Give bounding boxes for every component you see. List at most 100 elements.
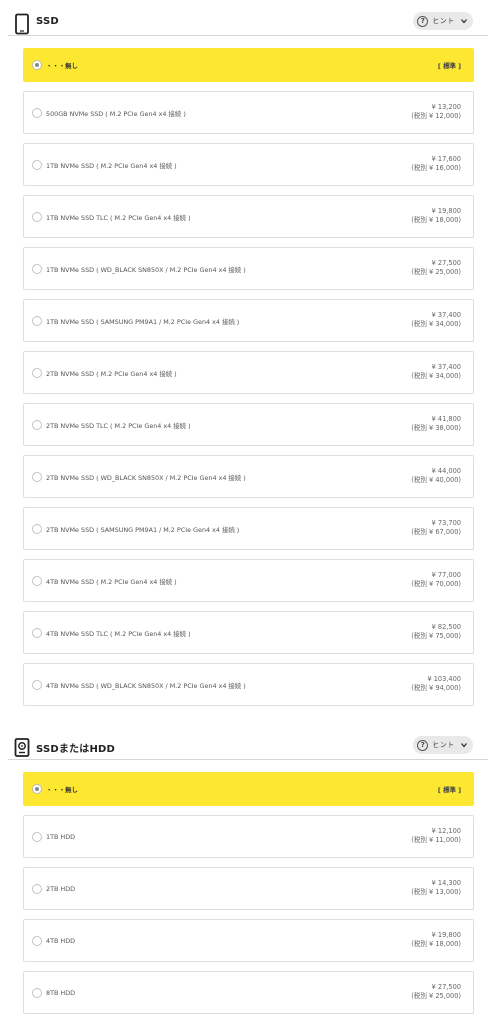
price-excl-tax: (税別 ¥ 25,000) <box>411 268 461 276</box>
option-price: ¥ 17,600 (税別 ¥ 16,000) <box>411 155 461 173</box>
option-label: 4TB NVMe SSD ( WD_BLACK SN850X / M.2 PCI… <box>46 682 246 690</box>
price-incl-tax: ¥ 44,000 <box>431 467 461 475</box>
option-item[interactable]: 4TB NVMe SSD TLC ( M.2 PCIe Gen4 x4 接続 )… <box>23 611 474 654</box>
radio-button[interactable] <box>32 108 42 118</box>
option-none[interactable]: ・・・無し [ 標準 ] <box>23 772 474 806</box>
option-item[interactable]: 1TB NVMe SSD ( SAMSUNG PM9A1 / M.2 PCIe … <box>23 299 474 342</box>
option-item[interactable]: 4TB NVMe SSD ( WD_BLACK SN850X / M.2 PCI… <box>23 663 474 706</box>
option-price: ¥ 19,800 (税別 ¥ 18,000) <box>411 207 461 225</box>
radio-button[interactable] <box>32 576 42 586</box>
radio-button[interactable] <box>32 628 42 638</box>
option-label: ・・・無し <box>46 62 78 70</box>
price-incl-tax: ¥ 103,400 <box>427 675 461 683</box>
price-incl-tax: ¥ 17,600 <box>431 155 461 163</box>
option-label: 1TB NVMe SSD ( M.2 PCIe Gen4 x4 接続 ) <box>46 162 177 170</box>
radio-button[interactable] <box>32 420 42 430</box>
option-price: ¥ 27,500 (税別 ¥ 25,000) <box>411 983 461 1001</box>
chevron-down-icon <box>460 19 467 24</box>
option-price: ¥ 82,500 (税別 ¥ 75,000) <box>411 623 461 641</box>
price-excl-tax: (税別 ¥ 34,000) <box>411 372 461 380</box>
radio-button[interactable] <box>32 680 42 690</box>
option-label: 1TB NVMe SSD ( SAMSUNG PM9A1 / M.2 PCIe … <box>46 318 240 326</box>
option-price: ¥ 73,700 (税別 ¥ 67,000) <box>411 519 461 537</box>
radio-button[interactable] <box>32 988 42 998</box>
option-item[interactable]: 1TB HDD ¥ 12,100 (税別 ¥ 11,000) <box>23 815 474 858</box>
option-label: 4TB NVMe SSD TLC ( M.2 PCIe Gen4 x4 接続 ) <box>46 630 191 638</box>
radio-button[interactable] <box>32 316 42 326</box>
radio-button[interactable] <box>32 884 42 894</box>
option-label: 2TB NVMe SSD ( WD_BLACK SN850X / M.2 PCI… <box>46 474 246 482</box>
price-excl-tax: (税別 ¥ 67,000) <box>411 528 461 536</box>
option-label: 1TB NVMe SSD TLC ( M.2 PCIe Gen4 x4 接続 ) <box>46 214 191 222</box>
section-title: SSDまたはHDD <box>36 744 116 755</box>
option-item[interactable]: 2TB HDD ¥ 14,300 (税別 ¥ 13,000) <box>23 867 474 910</box>
section-divider <box>8 35 488 36</box>
price-excl-tax: (税別 ¥ 94,000) <box>411 684 461 692</box>
option-label: 2TB NVMe SSD TLC ( M.2 PCIe Gen4 x4 接続 ) <box>46 422 191 430</box>
radio-button[interactable] <box>32 524 42 534</box>
price-incl-tax: ¥ 37,400 <box>431 363 461 371</box>
price-incl-tax: ¥ 19,800 <box>431 207 461 215</box>
price-excl-tax: (税別 ¥ 13,000) <box>411 888 461 896</box>
option-item[interactable]: 2TB NVMe SSD ( SAMSUNG PM9A1 / M.2 PCIe … <box>23 507 474 550</box>
price-excl-tax: (税別 ¥ 38,000) <box>411 424 461 432</box>
price-excl-tax: (税別 ¥ 70,000) <box>411 580 461 588</box>
help-icon: ? <box>417 15 429 27</box>
option-price: ¥ 19,800 (税別 ¥ 18,000) <box>411 931 461 949</box>
radio-button[interactable] <box>32 212 42 222</box>
option-none[interactable]: ・・・無し [ 標準 ] <box>23 48 474 82</box>
radio-button[interactable] <box>32 832 42 842</box>
option-label: 2TB HDD <box>46 885 76 893</box>
option-price: ¥ 44,000 (税別 ¥ 40,000) <box>411 467 461 485</box>
price-excl-tax: (税別 ¥ 11,000) <box>411 836 461 844</box>
option-price: ¥ 37,400 (税別 ¥ 34,000) <box>411 363 461 381</box>
option-label: 8TB HDD <box>46 989 76 997</box>
price-incl-tax: ¥ 19,800 <box>431 931 461 939</box>
price-incl-tax: ¥ 13,200 <box>431 103 461 111</box>
hint-label: ヒント <box>432 741 455 749</box>
price-excl-tax: (税別 ¥ 25,000) <box>411 992 461 1000</box>
section-divider <box>8 759 488 760</box>
price-excl-tax: (税別 ¥ 16,000) <box>411 164 461 172</box>
option-item[interactable]: 4TB HDD ¥ 19,800 (税別 ¥ 18,000) <box>23 919 474 962</box>
option-item[interactable]: 2TB NVMe SSD ( M.2 PCIe Gen4 x4 接続 ) ¥ 3… <box>23 351 474 394</box>
hint-button[interactable]: ? ヒント <box>413 12 473 30</box>
price-excl-tax: (税別 ¥ 34,000) <box>411 320 461 328</box>
section-title: SSD <box>36 16 59 27</box>
radio-button[interactable] <box>32 368 42 378</box>
radio-button[interactable] <box>32 936 42 946</box>
option-label: 4TB HDD <box>46 937 76 945</box>
option-item[interactable]: 4TB NVMe SSD ( M.2 PCIe Gen4 x4 接続 ) ¥ 7… <box>23 559 474 602</box>
section-header-ssd-or-hdd: SSDまたはHDD ? ヒント <box>0 732 488 762</box>
option-price: ¥ 77,000 (税別 ¥ 70,000) <box>411 571 461 589</box>
radio-button[interactable] <box>32 472 42 482</box>
price-excl-tax: (税別 ¥ 12,000) <box>411 112 461 120</box>
price-incl-tax: ¥ 73,700 <box>431 519 461 527</box>
price-incl-tax: ¥ 77,000 <box>431 571 461 579</box>
option-item[interactable]: 500GB NVMe SSD ( M.2 PCIe Gen4 x4 接続 ) ¥… <box>23 91 474 134</box>
option-item[interactable]: 2TB NVMe SSD TLC ( M.2 PCIe Gen4 x4 接続 )… <box>23 403 474 446</box>
option-item[interactable]: 1TB NVMe SSD TLC ( M.2 PCIe Gen4 x4 接続 )… <box>23 195 474 238</box>
price-excl-tax: (税別 ¥ 75,000) <box>411 632 461 640</box>
option-price: ¥ 103,400 (税別 ¥ 94,000) <box>411 675 461 693</box>
radio-button-selected[interactable] <box>32 784 42 794</box>
help-icon: ? <box>417 739 429 751</box>
price-incl-tax: ¥ 27,500 <box>431 259 461 267</box>
option-item[interactable]: 1TB NVMe SSD ( M.2 PCIe Gen4 x4 接続 ) ¥ 1… <box>23 143 474 186</box>
option-item[interactable]: 8TB HDD ¥ 27,500 (税別 ¥ 25,000) <box>23 971 474 1014</box>
chevron-down-icon <box>460 743 467 748</box>
option-item[interactable]: 1TB NVMe SSD ( WD_BLACK SN850X / M.2 PCI… <box>23 247 474 290</box>
radio-button[interactable] <box>32 160 42 170</box>
tablet-icon <box>15 13 29 35</box>
hint-button[interactable]: ? ヒント <box>413 736 473 754</box>
radio-button-selected[interactable] <box>32 60 42 70</box>
option-price: ¥ 27,500 (税別 ¥ 25,000) <box>411 259 461 277</box>
option-label: 4TB NVMe SSD ( M.2 PCIe Gen4 x4 接続 ) <box>46 578 177 586</box>
price-incl-tax: ¥ 37,400 <box>431 311 461 319</box>
option-label: 2TB NVMe SSD ( SAMSUNG PM9A1 / M.2 PCIe … <box>46 526 240 534</box>
radio-button[interactable] <box>32 264 42 274</box>
hint-label: ヒント <box>432 17 455 25</box>
standard-tag: [ 標準 ] <box>437 786 461 794</box>
option-item[interactable]: 2TB NVMe SSD ( WD_BLACK SN850X / M.2 PCI… <box>23 455 474 498</box>
option-label: 1TB HDD <box>46 833 76 841</box>
